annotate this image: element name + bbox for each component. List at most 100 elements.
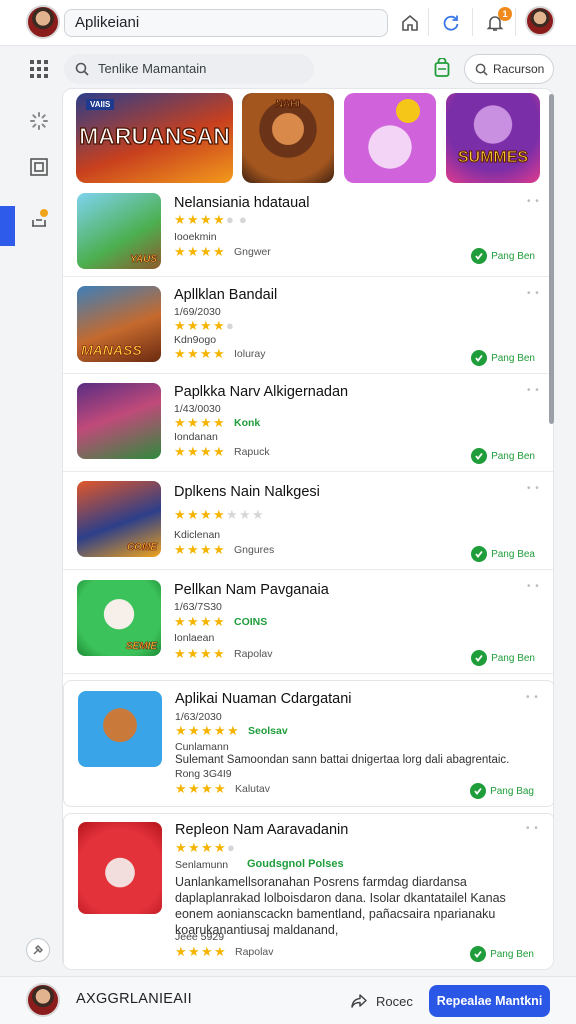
app-meta: Jeee 5929 xyxy=(175,931,225,943)
more-options-icon[interactable]: • • xyxy=(527,386,541,396)
shopping-bag-icon[interactable] xyxy=(434,57,450,83)
rating-label: Rapuck xyxy=(234,446,270,458)
app-meta: Rong 3G4I9 xyxy=(175,768,232,780)
primary-action-button[interactable]: Repealae Mantkni xyxy=(429,985,550,1017)
app-name: Apllklan Bandail xyxy=(174,287,278,303)
user-name: AXGGRLANIEAII xyxy=(76,991,192,1007)
rating-stars: ★ ★ ★ ★ Rapuck xyxy=(174,444,270,459)
featured-banner[interactable]: NAHI xyxy=(242,93,334,183)
rating-label: Rapolav xyxy=(235,946,274,958)
search-icon xyxy=(475,63,488,76)
search-placeholder: Tenlike Mamantain xyxy=(98,61,207,76)
app-icon-tag: SEMIE xyxy=(125,641,158,653)
rating-label: Gngures xyxy=(234,544,275,556)
check-icon xyxy=(471,650,488,666)
featured-banner[interactable]: SUMMES xyxy=(446,93,540,183)
installed-status: Pang Ben xyxy=(471,349,535,367)
notification-badge: 1 xyxy=(498,7,512,21)
downloads-icon[interactable] xyxy=(26,206,52,232)
search-icon xyxy=(75,62,89,76)
app-icon: YAUS xyxy=(77,193,161,269)
rating-stars: ★ ★ ★ ★ ● xyxy=(175,840,235,855)
app-icon-tag: COME xyxy=(127,542,158,554)
app-list-item[interactable]: YAUS Nelansiania hdataual ★ ★ ★ ★ ● ● Iooekmi… xyxy=(63,187,553,277)
rating-stars: ★ ★ ★ ★ Gngures xyxy=(174,542,275,557)
rating-stars: ★ ★ ★ ★ Konk xyxy=(174,415,261,430)
more-options-icon[interactable]: • • xyxy=(527,197,541,207)
app-meta: Kdn9ogo xyxy=(174,334,217,346)
recursion-search-button[interactable]: Racurson xyxy=(464,54,554,84)
rating-label: Ioluray xyxy=(234,348,266,360)
status-label: Pang Ben xyxy=(491,250,535,262)
more-options-icon[interactable]: • • xyxy=(527,484,541,494)
user-avatar[interactable] xyxy=(26,983,60,1017)
more-options-icon[interactable]: • • xyxy=(527,289,541,299)
rating-label: Gngwer xyxy=(234,246,271,258)
avatar[interactable] xyxy=(26,5,60,39)
installed-status: Pang Bea xyxy=(471,545,535,563)
app-list-panel: VAIIS MARUANSAN NAHI SUMMES YAUS Nelansi… xyxy=(62,88,554,970)
installed-status: Pang Bag xyxy=(470,782,534,800)
rating-label: Konk xyxy=(234,417,261,429)
rating-stars: ★ ★ ★ ★ Kalutav xyxy=(175,781,271,796)
app-icon: SEMIE xyxy=(77,580,161,656)
banner-title: NAHI xyxy=(275,99,301,111)
app-icon-tag: YAUS xyxy=(129,254,158,266)
recursion-label: Racurson xyxy=(493,62,545,76)
loading-spinner-icon[interactable] xyxy=(26,108,52,134)
status-label: Pang Ben xyxy=(491,450,535,462)
share-button[interactable]: Rocec xyxy=(350,989,413,1013)
scrollbar-thumb[interactable] xyxy=(549,94,554,424)
tools-icon[interactable] xyxy=(26,938,50,962)
app-description: Uanlankamellsoranahan Posrens farmdag di… xyxy=(175,875,506,937)
toolbar-divider xyxy=(472,8,473,36)
toolbar-divider xyxy=(428,8,429,36)
app-list-item[interactable]: SEMIE Pellkan Nam Pavganaia 1/63/7S30 ★ ★… xyxy=(63,570,553,674)
app-icon xyxy=(78,822,162,914)
sidebar xyxy=(0,46,62,976)
more-options-icon[interactable]: • • xyxy=(526,824,540,834)
rating-label: Kalutav xyxy=(235,783,271,795)
app-code: 1/63/2030 xyxy=(175,711,222,723)
apps-grid-icon[interactable] xyxy=(26,56,52,82)
check-icon xyxy=(470,783,487,799)
featured-banner[interactable] xyxy=(344,93,436,183)
more-options-icon[interactable]: • • xyxy=(526,693,540,703)
profile-avatar[interactable] xyxy=(525,6,555,36)
featured-banner[interactable]: VAIIS MARUANSAN xyxy=(76,93,233,183)
rating-stars: ★ ★ ★ ★ COINS xyxy=(174,614,268,629)
app-description: Sulemant Samoondan sann battai dnigertaa… xyxy=(175,754,510,766)
status-label: Pang Ben xyxy=(491,352,535,364)
coin-graphic xyxy=(396,99,420,123)
share-icon xyxy=(351,994,367,1008)
app-meta: Iondanan xyxy=(174,431,218,443)
status-label: Pang Ben xyxy=(491,652,535,664)
check-icon xyxy=(470,946,487,962)
sidebar-active-indicator xyxy=(0,206,15,246)
app-icon: MANASS xyxy=(77,286,161,362)
banner-title: MARUANSAN xyxy=(79,122,231,149)
window-square-icon[interactable] xyxy=(26,154,52,180)
rating-stars: ★ ★ ★ ★ ● ● xyxy=(174,212,247,227)
app-name: Aplikai Nuaman Cdargatani xyxy=(175,691,352,707)
check-icon xyxy=(471,546,488,562)
rating-stars: ★ ★ ★ ★ Ioluray xyxy=(174,346,266,361)
search-input[interactable]: Tenlike Mamantain xyxy=(64,54,314,84)
title-field[interactable]: Aplikeiani xyxy=(64,9,388,37)
app-list-item[interactable]: Aplikai Nuaman Cdargatani 1/63/2030 ★ ★ ★ ★… xyxy=(63,680,553,807)
more-options-icon[interactable]: • • xyxy=(527,582,541,592)
home-icon[interactable] xyxy=(398,11,422,35)
app-list-item[interactable]: Paplkka Narv Alkigernadan 1/43/0030 ★ ★ ★ ★… xyxy=(63,374,553,472)
notification-bell-icon[interactable]: 1 xyxy=(483,7,512,35)
rating-label: COINS xyxy=(234,616,268,628)
app-list-item[interactable]: COME Dplkens Nain Nalkgesi ★ ★ ★ ★ ★ ★ ★ Kdicl… xyxy=(63,472,553,570)
installed-status: Pang Ben xyxy=(471,247,535,265)
status-label: Pang Bag xyxy=(490,785,534,797)
app-name: Paplkka Narv Alkigernadan xyxy=(174,384,349,400)
check-icon xyxy=(471,350,488,366)
app-icon-tag: MANASS xyxy=(81,342,142,359)
check-icon xyxy=(471,248,488,264)
refresh-icon[interactable] xyxy=(439,11,463,35)
app-list-item[interactable]: MANASS Apllklan Bandail 1/69/2030 ★ ★ ★ ★ ● … xyxy=(63,277,553,374)
app-list-item[interactable]: Repleon Nam Aaravadanin ★ ★ ★ ★ ● Senlamunn … xyxy=(63,813,553,969)
